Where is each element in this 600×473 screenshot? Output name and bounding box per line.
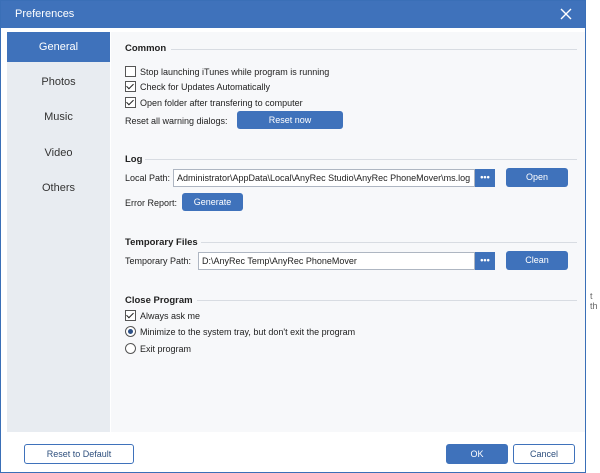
close-button[interactable] <box>557 5 575 23</box>
sidebar-item-general[interactable]: General <box>7 32 110 62</box>
open-log-button[interactable]: Open <box>506 168 568 187</box>
window-title: Preferences <box>15 8 75 20</box>
option-label: Check for Updates Automatically <box>140 82 271 92</box>
reset-warning-label: Reset all warning dialogs: <box>125 116 228 126</box>
radio-minimize[interactable] <box>125 326 136 337</box>
sidebar-item-photos[interactable]: Photos <box>7 67 110 97</box>
divider <box>197 300 577 301</box>
error-report-label: Error Report: <box>125 198 178 208</box>
browse-log-button[interactable]: ••• <box>475 169 495 187</box>
divider <box>145 159 577 160</box>
section-heading-log: Log <box>125 154 143 165</box>
background-fragment: t th <box>590 291 598 311</box>
divider <box>171 49 577 50</box>
sidebar-item-others[interactable]: Others <box>7 173 110 203</box>
section-heading-temporary-files: Temporary Files <box>125 237 198 248</box>
open-folder-option[interactable]: Open folder after transfering to compute… <box>125 97 303 108</box>
minimize-option[interactable]: Minimize to the system tray, but don't e… <box>125 326 355 337</box>
radio-exit-program[interactable] <box>125 343 136 354</box>
checkbox-open-folder[interactable] <box>125 97 136 108</box>
generate-button[interactable]: Generate <box>182 193 243 211</box>
reset-to-default-button[interactable]: Reset to Default <box>24 444 134 464</box>
option-label: Stop launching iTunes while program is r… <box>140 67 330 77</box>
sidebar-item-video[interactable]: Video <box>7 138 110 168</box>
ok-button[interactable]: OK <box>446 444 508 464</box>
title-bar: Preferences <box>1 1 585 28</box>
local-path-label: Local Path: <box>125 173 171 183</box>
cancel-button[interactable]: Cancel <box>513 444 575 464</box>
temporary-path-label: Temporary Path: <box>125 256 192 266</box>
local-path-field[interactable]: Administrator\AppData\Local\AnyRec Studi… <box>173 169 475 187</box>
close-icon <box>560 8 572 20</box>
preferences-dialog: Preferences General Photos Music Video O… <box>0 0 586 473</box>
temporary-path-field[interactable]: D:\AnyRec Temp\AnyRec PhoneMover <box>198 252 475 270</box>
clean-button[interactable]: Clean <box>506 251 568 270</box>
check-updates-option[interactable]: Check for Updates Automatically <box>125 81 270 92</box>
browse-temp-button[interactable]: ••• <box>475 252 495 270</box>
stop-itunes-option[interactable]: Stop launching iTunes while program is r… <box>125 66 329 77</box>
always-ask-option[interactable]: Always ask me <box>125 310 200 321</box>
option-label: Minimize to the system tray, but don't e… <box>140 327 356 337</box>
settings-panel: Common Stop launching iTunes while progr… <box>111 32 585 432</box>
section-heading-common: Common <box>125 43 167 54</box>
divider <box>201 242 577 243</box>
checkbox-always-ask[interactable] <box>125 310 136 321</box>
option-label: Open folder after transfering to compute… <box>140 98 303 108</box>
sidebar-item-music[interactable]: Music <box>7 102 110 132</box>
section-heading-close-program: Close Program <box>125 295 193 306</box>
reset-now-button[interactable]: Reset now <box>237 111 343 129</box>
checkbox-check-updates[interactable] <box>125 81 136 92</box>
option-label: Exit program <box>140 344 192 354</box>
sidebar: General Photos Music Video Others <box>7 32 110 432</box>
checkbox-stop-itunes[interactable] <box>125 66 136 77</box>
exit-program-option[interactable]: Exit program <box>125 343 191 354</box>
option-label: Always ask me <box>140 311 201 321</box>
